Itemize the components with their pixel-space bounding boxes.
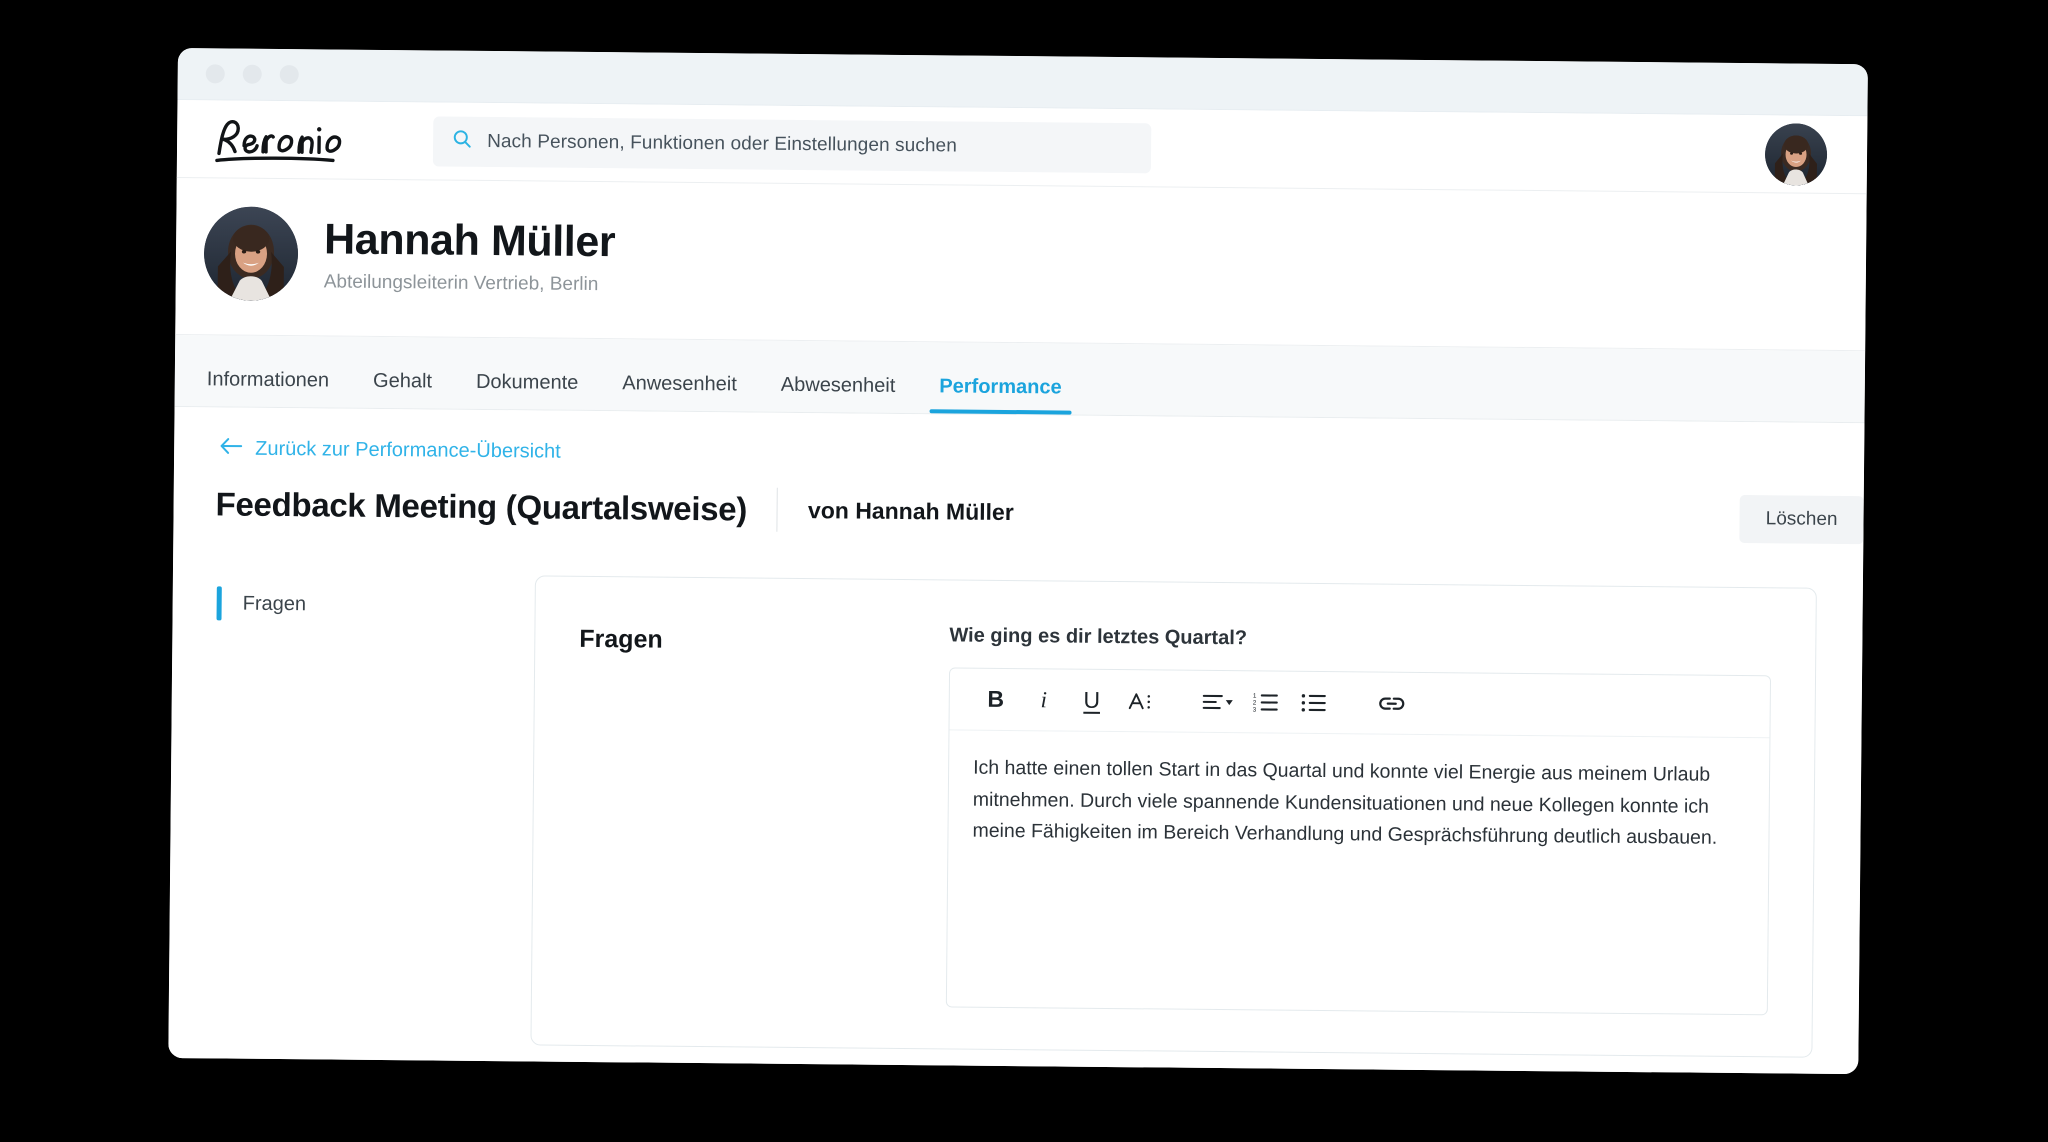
app-header: Nach Personen, Funktionen oder Einstellu… (176, 99, 1868, 195)
bullet-list-icon[interactable] (1290, 680, 1338, 724)
sidebar-item-label: Fragen (242, 592, 307, 615)
tab-anwesenheit[interactable]: Anwesenheit (600, 372, 759, 412)
screenshot-stage: Nach Personen, Funktionen oder Einstellu… (0, 0, 2048, 1142)
zoom-window-button[interactable] (279, 64, 299, 85)
delete-button[interactable]: Löschen (1739, 495, 1864, 545)
back-link-label: Zurück zur Performance-Übersicht (255, 437, 561, 463)
search-input-placeholder[interactable]: Nach Personen, Funktionen oder Einstellu… (487, 130, 957, 157)
main-content: Zurück zur Performance-Übersicht Feedbac… (168, 406, 1865, 1075)
ordered-list-icon[interactable]: 1 2 3 (1242, 680, 1290, 724)
text-style-icon[interactable] (1116, 679, 1164, 723)
question-block: Wie ging es dir letztes Quartal? B i U 1… (945, 624, 1772, 1056)
global-search[interactable]: Nach Personen, Funktionen oder Einstellu… (432, 115, 1152, 173)
tab-performance[interactable]: Performance (917, 375, 1084, 415)
align-dropdown-icon[interactable] (1194, 679, 1242, 723)
page-title: Hannah Müller (323, 215, 616, 267)
section-nav: Fragen (212, 572, 534, 1045)
review-title: Feedback Meeting (Quartalsweise) (215, 485, 748, 528)
search-icon (451, 128, 473, 155)
question-label: Wie ging es dir letztes Quartal? (949, 624, 1248, 650)
close-window-button[interactable] (205, 64, 225, 84)
questions-card: Fragen Wie ging es dir letztes Quartal? … (530, 575, 1817, 1058)
title-divider (776, 487, 779, 532)
employee-identity: Hannah Müller Abteilungsleiterin Vertrie… (324, 216, 616, 296)
italic-icon[interactable]: i (1020, 678, 1068, 722)
personio-logo[interactable] (205, 111, 366, 169)
link-icon[interactable] (1368, 681, 1416, 725)
employee-avatar[interactable] (203, 206, 299, 302)
arrow-left-icon (220, 437, 243, 460)
sidebar-item-fragen[interactable]: Fragen (216, 586, 535, 623)
tab-gehalt[interactable]: Gehalt (351, 370, 454, 409)
tab-abwesenheit[interactable]: Abwesenheit (759, 374, 918, 414)
review-byline: von Hannah Müller (807, 496, 1014, 525)
active-indicator (216, 586, 222, 621)
svg-text:1: 1 (1253, 692, 1257, 699)
browser-window-wrapper: Nach Personen, Funktionen oder Einstellu… (168, 48, 1868, 1075)
rich-text-editor[interactable]: B i U 1 2 3 Ich hatte einen tollen Start… (945, 667, 1772, 1016)
answer-textarea[interactable]: Ich hatte einen tollen Start in das Quar… (947, 730, 1770, 1014)
tab-informationen[interactable]: Informationen (203, 368, 352, 407)
bold-icon[interactable]: B (972, 677, 1020, 721)
browser-window: Nach Personen, Funktionen oder Einstellu… (168, 48, 1868, 1075)
user-avatar[interactable] (1764, 122, 1828, 186)
employee-header: Hannah Müller Abteilungsleiterin Vertrie… (175, 177, 1867, 352)
editor-toolbar: B i U 1 2 3 (949, 668, 1771, 739)
employee-role: Abteilungsleiterin Vertrieb, Berlin (323, 270, 599, 295)
svg-text:3: 3 (1253, 706, 1257, 713)
minimize-window-button[interactable] (242, 64, 262, 84)
card-heading: Fragen (579, 624, 663, 654)
svg-text:2: 2 (1253, 699, 1257, 706)
tab-dokumente[interactable]: Dokumente (454, 371, 601, 410)
review-body: Fragen Fragen Wie ging es dir letztes Qu… (168, 572, 1862, 1058)
underline-icon[interactable]: U (1068, 678, 1116, 722)
back-to-performance-overview-link[interactable]: Zurück zur Performance-Übersicht (220, 437, 561, 463)
review-title-row: Feedback Meeting (Quartalsweise) von Han… (215, 482, 1864, 545)
